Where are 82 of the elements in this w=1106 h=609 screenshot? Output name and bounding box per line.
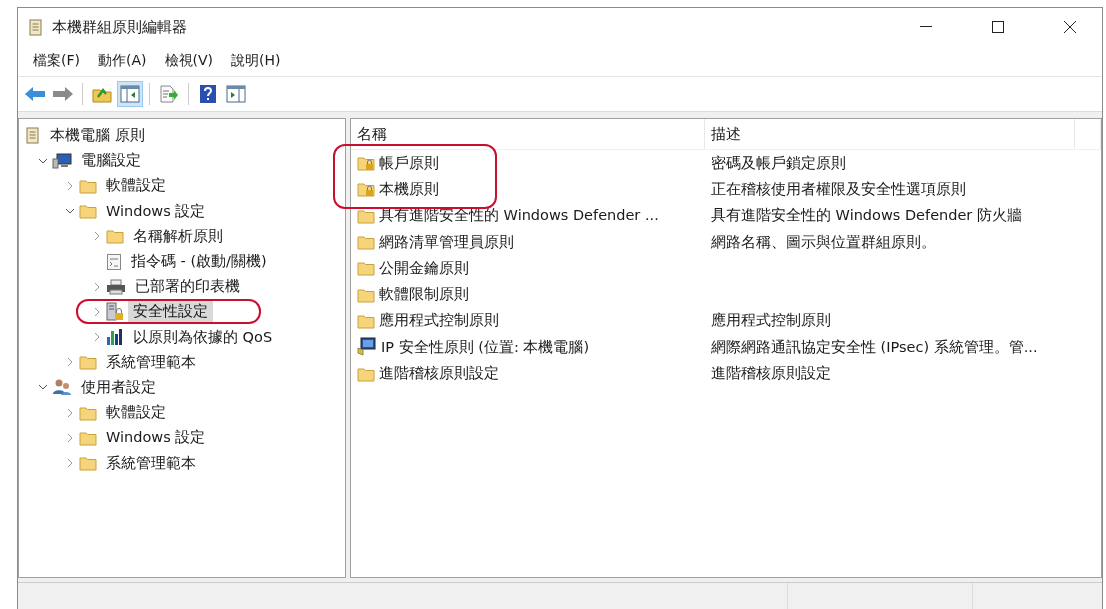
tree-item[interactable]: 軟體設定 (49, 400, 219, 426)
menu-item[interactable]: 說明(H) (224, 49, 288, 73)
menu-item[interactable]: 檢視(V) (157, 49, 220, 73)
folder-icon (79, 177, 97, 194)
chevron-right-icon[interactable] (93, 332, 101, 343)
folder-icon (357, 312, 375, 329)
pane-toggle-icon (120, 85, 140, 103)
computer-icon (52, 152, 72, 169)
tree-item[interactable]: 本機電腦 原則 (13, 123, 198, 149)
list-item[interactable]: IP 安全性原則 (位置: 本機電腦) (351, 337, 705, 358)
forward-arrow-icon (52, 86, 74, 102)
tree-item[interactable]: 以原則為依據的 QoS (76, 324, 326, 350)
locked-folder-icon (357, 181, 375, 198)
description-text: 網路名稱、圖示與位置群組原則。 (710, 232, 937, 252)
description-text: 進階稽核原則設定 (710, 364, 832, 383)
network-shield-icon (357, 337, 377, 358)
description-text: 正在稽核使用者權限及安全性選項原則 (710, 179, 967, 199)
chevron-down-icon[interactable] (38, 383, 48, 392)
list-item[interactable]: 進階稽核原則設定 (351, 364, 705, 383)
export-list-icon (159, 85, 179, 103)
description-text: 密碼及帳戶鎖定原則 (710, 153, 847, 173)
chevron-right-icon[interactable] (66, 180, 74, 191)
list-item[interactable]: 本機原則 (351, 179, 705, 199)
list-item[interactable]: 軟體限制原則 (351, 285, 705, 305)
tree-item[interactable]: 軟體設定 (49, 173, 219, 199)
column-header[interactable]: 名稱 (351, 119, 705, 149)
bar-chart-icon (106, 328, 124, 347)
folder-icon (79, 354, 97, 371)
list-item[interactable]: 網路清單管理員原則 (351, 232, 705, 252)
folder-icon (357, 234, 375, 251)
list-item[interactable]: 公開金鑰原則 (351, 258, 705, 278)
folder-icon (357, 207, 375, 224)
maximize-icon (992, 21, 1004, 33)
chevron-right-icon[interactable] (93, 281, 101, 292)
locked-folder-icon (357, 155, 375, 172)
list-item[interactable]: 帳戶原則 (351, 153, 705, 173)
tree-item[interactable]: 使用者設定 (22, 374, 209, 400)
toolbar-button[interactable] (117, 81, 143, 107)
tree-item[interactable]: 安全性設定 (76, 299, 261, 325)
chevron-right-icon[interactable] (66, 357, 74, 368)
menu-item[interactable]: 檔案(F) (26, 49, 87, 73)
folder-icon (357, 260, 375, 277)
folder-icon (79, 203, 97, 220)
printer-icon (106, 278, 126, 295)
folder-icon (79, 404, 97, 421)
folder-icon (357, 286, 375, 303)
list-item[interactable]: 應用程式控制原則 (351, 311, 705, 331)
back-arrow-icon (24, 86, 46, 102)
security-server-icon (106, 302, 124, 322)
tree-item[interactable]: Windows 設定 (49, 425, 259, 451)
folder-icon (79, 429, 97, 446)
chevron-right-icon[interactable] (66, 458, 74, 469)
folder-icon (79, 455, 97, 472)
tree-item[interactable]: 已部署的印表機 (76, 274, 293, 300)
description-text: 應用程式控制原則 (710, 311, 832, 331)
chevron-down-icon[interactable] (38, 156, 48, 165)
script-icon (106, 252, 122, 271)
folder-icon (357, 365, 375, 382)
chevron-right-icon[interactable] (66, 407, 74, 418)
tree-item[interactable]: 指令碼 - (啟動/關機) (76, 249, 320, 275)
tree-item[interactable]: 系統管理範本 (49, 349, 249, 375)
users-icon (52, 378, 72, 397)
column-header[interactable]: 描述 (705, 119, 1075, 149)
tree-item[interactable]: 系統管理範本 (49, 450, 249, 476)
chevron-right-icon[interactable] (93, 306, 101, 317)
tree-item[interactable]: 名稱解析原則 (76, 223, 276, 249)
window-title: 本機群組原則編輯器 (52, 17, 188, 37)
description-text: 具有進階安全性的 Windows Defender 防火牆 (710, 206, 1023, 226)
scroll-icon (28, 18, 44, 36)
chevron-right-icon[interactable] (93, 231, 101, 242)
tree-item[interactable]: 電腦設定 (22, 148, 194, 174)
menu-item[interactable]: 動作(A) (91, 49, 154, 73)
minimize-icon (920, 26, 932, 28)
action-pane-icon (226, 85, 246, 103)
help-icon (199, 84, 217, 104)
chevron-down-icon[interactable] (65, 207, 75, 216)
tree-item[interactable]: Windows 設定 (49, 198, 259, 224)
close-icon (1064, 21, 1076, 33)
description-text: 網際網路通訊協定安全性 (IPsec) 系統管理。管... (710, 337, 1039, 357)
folder-icon (106, 228, 124, 245)
scroll-icon (25, 127, 41, 145)
chevron-right-icon[interactable] (66, 432, 74, 443)
